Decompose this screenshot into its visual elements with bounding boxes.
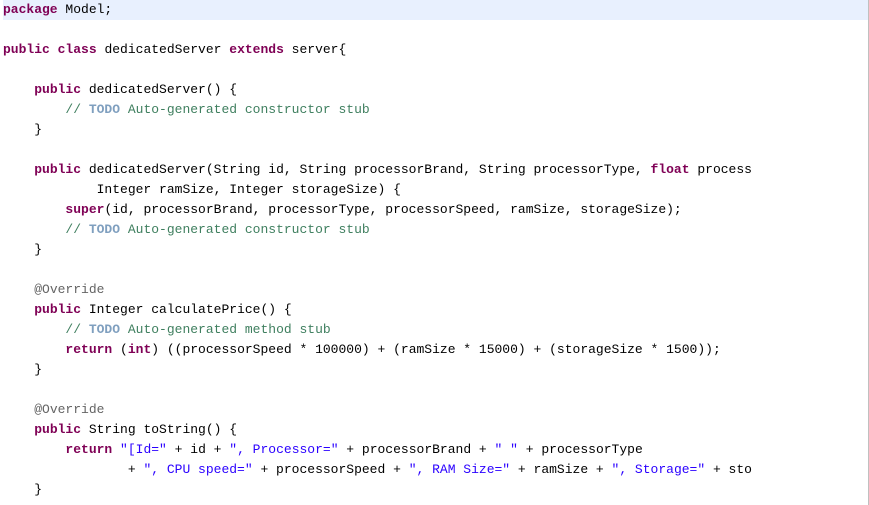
code-line-7: } — [3, 120, 869, 140]
blank-line — [3, 60, 869, 80]
text: } — [34, 242, 42, 257]
keyword-package: package — [3, 2, 58, 17]
blank-line — [3, 140, 869, 160]
code-line-12: // TODO Auto-generated constructor stub — [3, 220, 869, 240]
code-line-13: } — [3, 240, 869, 260]
keyword-super: super — [65, 202, 104, 217]
keyword-extends: extends — [229, 42, 284, 57]
string-literal: ", CPU speed=" — [143, 462, 252, 477]
annotation-override: @Override — [34, 402, 104, 417]
string-literal: ", RAM Size=" — [409, 462, 510, 477]
code-line-22: public String toString() { — [3, 420, 869, 440]
string-literal: ", Processor=" — [229, 442, 338, 457]
code-line-10: Integer ramSize, Integer storageSize) { — [3, 180, 869, 200]
code-line-24: + ", CPU speed=" + processorSpeed + ", R… — [3, 460, 869, 480]
keyword-class: class — [58, 42, 97, 57]
text: } — [34, 362, 42, 377]
todo-tag: TODO — [89, 322, 120, 337]
comment-slash: // — [65, 222, 88, 237]
string-literal: "[Id=" — [120, 442, 167, 457]
code-line-25: } — [3, 480, 869, 500]
code-line-23: return "[Id=" + id + ", Processor=" + pr… — [3, 440, 869, 460]
text: (id, processorBrand, processorType, proc… — [104, 202, 681, 217]
keyword-float: float — [651, 162, 690, 177]
text: String toString() { — [81, 422, 237, 437]
comment-text: Auto-generated method stub — [120, 322, 331, 337]
text: ( — [112, 342, 128, 357]
comment-slash: // — [65, 102, 88, 117]
code-line-6: // TODO Auto-generated constructor stub — [3, 100, 869, 120]
text: process — [690, 162, 752, 177]
code-line-18: return (int) ((processorSpeed * 100000) … — [3, 340, 869, 360]
text: } — [34, 482, 42, 497]
keyword-public: public — [34, 302, 81, 317]
code-line-16: public Integer calculatePrice() { — [3, 300, 869, 320]
code-line-9: public dedicatedServer(String id, String… — [3, 160, 869, 180]
code-line-21: @Override — [3, 400, 869, 420]
keyword-int: int — [128, 342, 151, 357]
text: Model; — [58, 2, 113, 17]
text: } — [34, 122, 42, 137]
comment-text: Auto-generated constructor stub — [120, 222, 370, 237]
keyword-public: public — [34, 82, 81, 97]
blank-line — [3, 20, 869, 40]
keyword-return: return — [65, 442, 112, 457]
code-line-5: public dedicatedServer() { — [3, 80, 869, 100]
comment-slash: // — [65, 322, 88, 337]
todo-tag: TODO — [89, 102, 120, 117]
code-line-1: package Model; — [3, 0, 869, 20]
code-line-19: } — [3, 360, 869, 380]
string-literal: " " — [495, 442, 518, 457]
comment-text: Auto-generated constructor stub — [120, 102, 370, 117]
text: dedicatedServer(String id, String proces… — [81, 162, 651, 177]
keyword-public: public — [34, 162, 81, 177]
code-line-3: public class dedicatedServer extends ser… — [3, 40, 869, 60]
text: dedicatedServer() { — [81, 82, 237, 97]
code-line-17: // TODO Auto-generated method stub — [3, 320, 869, 340]
keyword-public: public — [3, 42, 50, 57]
code-line-11: super(id, processorBrand, processorType,… — [3, 200, 869, 220]
code-editor[interactable]: package Model; public class dedicatedSer… — [3, 0, 869, 500]
text: Integer ramSize, Integer storageSize) { — [97, 182, 401, 197]
text: server{ — [284, 42, 346, 57]
keyword-return: return — [65, 342, 112, 357]
blank-line — [3, 260, 869, 280]
annotation-override: @Override — [34, 282, 104, 297]
blank-line — [3, 380, 869, 400]
code-line-15: @Override — [3, 280, 869, 300]
text: dedicatedServer — [97, 42, 230, 57]
text: ) ((processorSpeed * 100000) + (ramSize … — [151, 342, 721, 357]
string-literal: ", Storage=" — [612, 462, 706, 477]
todo-tag: TODO — [89, 222, 120, 237]
keyword-public: public — [34, 422, 81, 437]
text: Integer calculatePrice() { — [81, 302, 292, 317]
